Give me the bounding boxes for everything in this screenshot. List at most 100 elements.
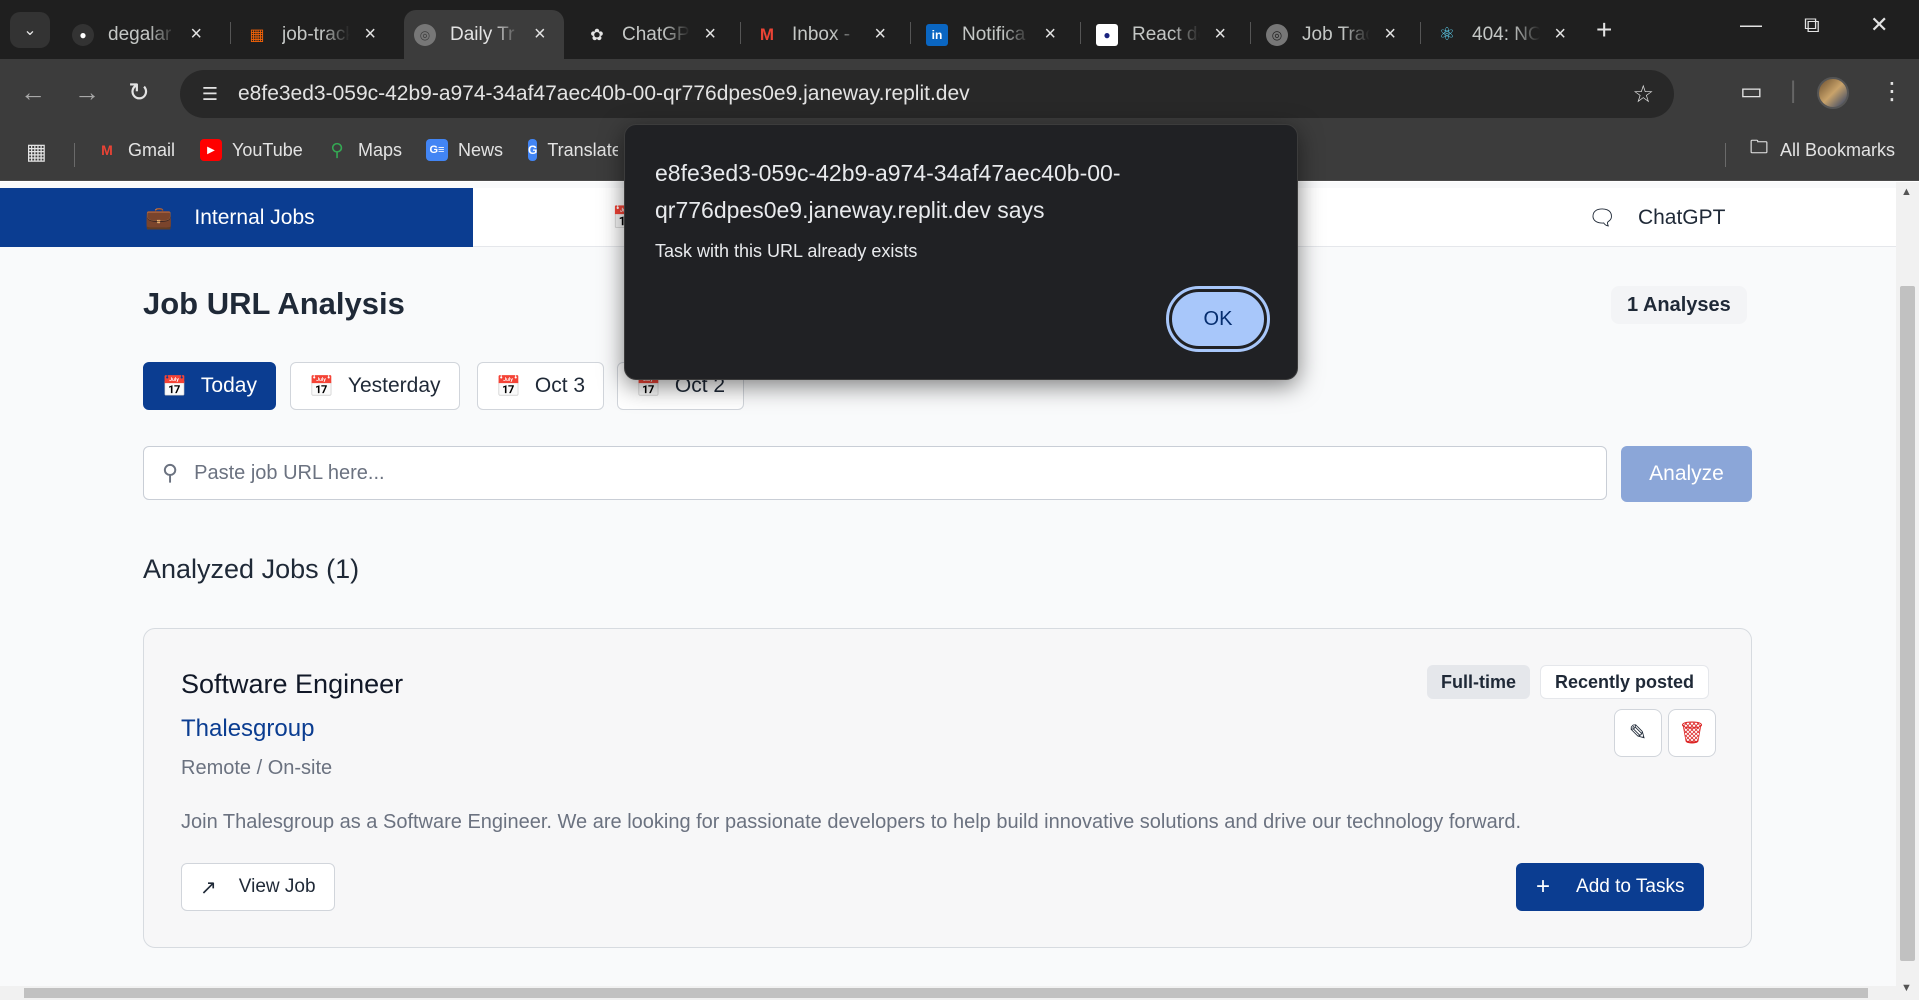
view-job-label: View Job (238, 876, 316, 897)
back-arrow-icon[interactable]: ← (20, 77, 46, 108)
close-window-icon[interactable]: ✕ (1870, 12, 1888, 38)
scroll-down-icon[interactable]: ▼ (1901, 982, 1912, 994)
horizontal-scrollbar[interactable] (0, 986, 1896, 1000)
close-tab-icon[interactable]: × (1554, 23, 1566, 46)
new-tab-plus-icon[interactable]: + (1596, 14, 1612, 46)
profile-avatar[interactable] (1817, 77, 1849, 109)
toolbar-divider: | (1790, 77, 1797, 104)
ok-button[interactable]: OK (1166, 286, 1270, 352)
bookmark-translate[interactable]: G Translate (528, 139, 618, 161)
scrollbar-thumb[interactable] (1900, 286, 1915, 961)
all-bookmarks-button[interactable]: 🗀 All Bookmarks (1748, 137, 1895, 161)
gmail-icon: M (759, 24, 775, 44)
globe-icon: ◎ (414, 23, 436, 46)
delete-button[interactable]: 🗑 (1668, 709, 1716, 757)
browser-tab[interactable]: ◎ Job Trac × (1256, 10, 1406, 59)
close-tab-icon[interactable]: × (1214, 23, 1226, 46)
add-to-tasks-button[interactable]: + Add to Tasks (1516, 863, 1705, 911)
message-square-icon: 🗨 (1588, 204, 1616, 230)
company-link[interactable]: Thalesgroup (181, 715, 314, 743)
view-job-button[interactable]: ↗ View Job (181, 863, 335, 911)
github-icon: ● (72, 23, 94, 46)
job-description: Join Thalesgroup as a Software Engineer.… (181, 811, 1522, 833)
minimize-icon[interactable]: — (1740, 12, 1762, 38)
calendar-icon: 📅 (162, 375, 187, 398)
bookmark-label: News (458, 139, 504, 160)
tab-title: ChatGPT (622, 23, 690, 45)
date-filter-yesterday[interactable]: 📅 Yesterday (290, 362, 460, 410)
translate-icon: G (528, 139, 538, 161)
browser-tab-active[interactable]: ◎ Daily Tr × (404, 10, 564, 59)
react-icon: ⚛ (1438, 24, 1456, 44)
analyses-count-badge: 1 Analyses (1611, 286, 1747, 324)
browser-tab[interactable]: ✿ ChatGPT × (576, 10, 726, 59)
react-dot-icon: ● (1096, 23, 1118, 46)
bookmark-label: Gmail (128, 139, 176, 160)
youtube-icon: ▶ (200, 139, 222, 161)
page-title: Job URL Analysis (143, 286, 405, 321)
search-icon: ⚲ (162, 460, 179, 485)
close-tab-icon[interactable]: × (1384, 23, 1396, 46)
bookmark-news[interactable]: G≡ News (426, 139, 503, 161)
date-filter-label: Oct 3 (534, 374, 586, 397)
close-tab-icon[interactable]: × (704, 23, 716, 46)
edit-button[interactable]: ✎ (1614, 709, 1662, 757)
kebab-menu-icon[interactable]: ⋮ (1880, 77, 1904, 106)
vertical-scrollbar[interactable]: ▲ ▼ (1896, 182, 1919, 1000)
apps-grid-icon[interactable]: ▦ (26, 139, 47, 165)
close-tab-icon[interactable]: × (190, 23, 202, 46)
bookmark-maps[interactable]: ⚲ Maps (326, 139, 402, 161)
browser-toolbar: ← → ↻ ☰ e8fe3ed3-059c-42b9-a974-34af47ae… (0, 59, 1919, 129)
reload-icon[interactable]: ↻ (128, 77, 150, 108)
analyze-button[interactable]: Analyze (1621, 446, 1752, 502)
close-tab-icon[interactable]: × (1044, 23, 1056, 46)
tab-search-button[interactable]: ⌄ (10, 12, 50, 48)
browser-tab[interactable]: ● React de × (1086, 10, 1236, 59)
date-filter-today[interactable]: 📅 Today (143, 362, 276, 410)
browser-tab[interactable]: in Notifica × (916, 10, 1066, 59)
bookmark-label: YouTube (232, 139, 303, 160)
address-bar[interactable]: ☰ e8fe3ed3-059c-42b9-a974-34af47aec40b-0… (180, 70, 1674, 118)
bookmark-label: Maps (358, 139, 403, 160)
alert-dialog: e8fe3ed3-059c-42b9-a974-34af47aec40b-00-… (624, 124, 1298, 380)
scrollbar-thumb[interactable] (24, 988, 1868, 998)
tab-title: Inbox - (792, 23, 851, 45)
bookmark-label: Translate (547, 139, 618, 160)
nav-internal-jobs[interactable]: 💼 Internal Jobs (0, 188, 473, 247)
forward-arrow-icon[interactable]: → (74, 77, 100, 108)
url-text[interactable]: e8fe3ed3-059c-42b9-a974-34af47aec40b-00-… (238, 82, 970, 106)
browser-tab[interactable]: M Inbox - × (746, 10, 896, 59)
close-tab-icon[interactable]: × (534, 23, 546, 46)
calendar-icon: 📅 (309, 375, 334, 398)
job-type-tag: Full-time (1427, 665, 1530, 699)
browser-tab[interactable]: ▦ job-tracker × (236, 10, 386, 59)
close-tab-icon[interactable]: × (874, 23, 886, 46)
extensions-icon[interactable]: ▭ (1740, 77, 1763, 106)
browser-tab[interactable]: ● degalar × (62, 10, 212, 59)
gmail-icon: M (101, 142, 113, 158)
dialog-title: e8fe3ed3-059c-42b9-a974-34af47aec40b-00-… (655, 160, 1121, 223)
news-icon: G≡ (426, 139, 448, 161)
bookmark-star-icon[interactable]: ☆ (1632, 80, 1654, 109)
job-card: Software Engineer Thalesgroup Remote / O… (143, 628, 1752, 948)
bookmark-youtube[interactable]: ▶ YouTube (200, 139, 303, 161)
close-tab-icon[interactable]: × (364, 23, 376, 46)
chevron-down-icon: ⌄ (23, 22, 37, 39)
nav-chatgpt[interactable]: 🗨 ChatGPT (1588, 188, 1725, 247)
job-url-search: ⚲ (143, 446, 1607, 500)
date-filter-oct3[interactable]: 📅 Oct 3 (477, 362, 605, 410)
tab-title: Job Trac (1302, 23, 1371, 45)
browser-tab-strip: ⌄ ● degalar × ▦ job-tracker × ◎ Daily Tr… (0, 0, 1919, 59)
site-info-icon[interactable]: ☰ (198, 82, 222, 106)
nav-label: ChatGPT (1637, 205, 1726, 229)
analyzed-jobs-heading: Analyzed Jobs (1) (143, 554, 360, 584)
restore-icon[interactable]: ⧉ (1804, 12, 1820, 38)
bookmark-gmail[interactable]: M Gmail (96, 139, 175, 161)
job-url-input[interactable] (194, 461, 1545, 485)
job-title: Software Engineer (181, 669, 404, 699)
tab-title: Notifica (962, 23, 1026, 45)
add-to-tasks-label: Add to Tasks (1576, 876, 1685, 897)
trash-icon: 🗑 (1678, 720, 1706, 745)
scroll-up-icon[interactable]: ▲ (1901, 186, 1912, 198)
browser-tab[interactable]: ⚛ 404: NO × (1426, 10, 1576, 59)
